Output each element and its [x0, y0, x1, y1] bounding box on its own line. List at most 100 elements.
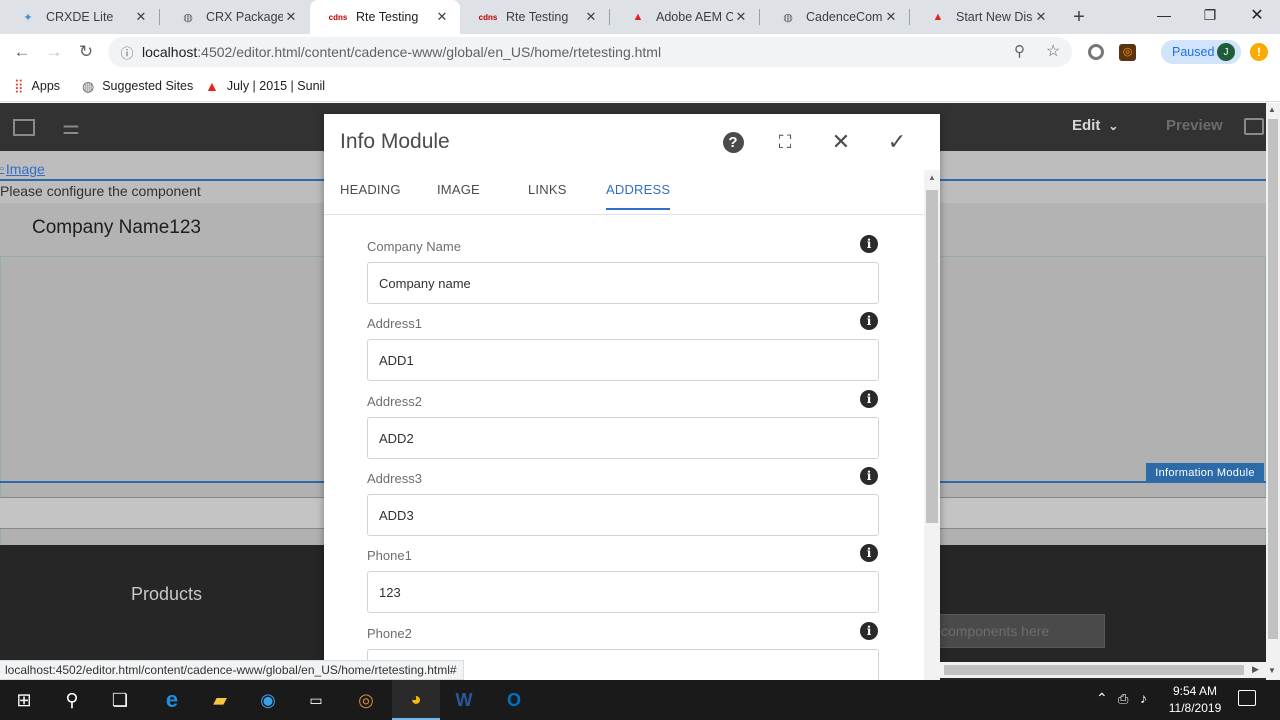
browser-tab[interactable]: cdns Rte Testing ✕ — [460, 0, 609, 34]
restore-window-icon[interactable]: ❐ — [1187, 0, 1233, 30]
info-icon[interactable]: i — [860, 312, 878, 330]
vertical-scrollbar[interactable]: ▲ ▼ — [1266, 103, 1280, 680]
properties-sliders-icon[interactable]: ⚌ — [62, 115, 80, 140]
browser-tab[interactable]: ◍ CadenceCom - I ✕ — [760, 0, 909, 34]
tray-chevron-up-icon[interactable]: ⌃ — [1096, 690, 1108, 707]
bookmark-apps[interactable]: ⣿ Apps — [14, 76, 60, 96]
chrome-icon[interactable]: ◕ — [392, 680, 440, 720]
close-icon[interactable]: ✕ — [733, 9, 749, 25]
tab-image[interactable]: IMAGE — [437, 182, 480, 197]
terminal-icon[interactable]: ▭ — [292, 680, 340, 720]
preview-button[interactable]: Preview — [1166, 117, 1223, 134]
drag-components-placeholder[interactable]: components here — [934, 614, 1105, 648]
app-icon[interactable]: ◎ — [342, 680, 390, 720]
info-icon[interactable]: i — [860, 544, 878, 562]
close-icon[interactable]: ✕ — [829, 129, 853, 154]
browser-tab[interactable]: ▲ Start New Discu ✕ — [910, 0, 1059, 34]
scroll-right-arrow-icon[interactable]: ▶ — [1252, 664, 1259, 675]
reload-icon[interactable]: ↻ — [72, 38, 100, 66]
info-icon[interactable]: i — [860, 622, 878, 640]
volume-icon[interactable]: ♪ — [1140, 690, 1147, 706]
new-tab-plus-icon[interactable]: + — [1068, 6, 1090, 28]
configure-message: Please configure the component — [0, 183, 201, 199]
browser-tab[interactable]: ◍ CRX Package Ma ✕ — [160, 0, 309, 34]
scroll-up-arrow-icon[interactable]: ▲ — [1268, 105, 1276, 114]
word-icon[interactable]: W — [440, 680, 488, 720]
done-checkmark-icon[interactable]: ✓ — [885, 129, 909, 154]
clock-time: 9:54 AM — [1172, 684, 1218, 698]
minimize-window-icon[interactable]: — — [1141, 0, 1187, 30]
task-view-icon[interactable]: ❏ — [96, 680, 144, 720]
site-info-icon[interactable]: ⓘ — [112, 43, 142, 62]
extension-icon[interactable] — [1088, 44, 1104, 60]
back-arrow-icon[interactable]: ← — [8, 38, 36, 66]
bookmark-label: July | 2015 | Sunil — [226, 79, 326, 93]
image-alt-text: Image — [5, 161, 45, 177]
profile-status-label: Paused — [1172, 45, 1215, 59]
dialog-scrollbar[interactable]: ▲ — [924, 170, 940, 680]
dialog-title: Info Module — [340, 130, 450, 153]
address3-input[interactable] — [367, 494, 879, 536]
chat-app-icon[interactable]: ◉ — [244, 680, 292, 720]
tab-links[interactable]: LINKS — [528, 182, 567, 197]
notifications-icon[interactable] — [1238, 690, 1256, 706]
system-clock[interactable]: 9:54 AM 11/8/2019 — [1160, 683, 1230, 717]
tab-heading[interactable]: HEADING — [340, 182, 401, 197]
company-heading: Company Name123 — [32, 217, 201, 238]
browser-tab[interactable]: ▲ Adobe AEM CQ ✕ — [610, 0, 759, 34]
scroll-down-arrow-icon[interactable]: ▼ — [1268, 666, 1276, 675]
fullscreen-icon[interactable]: ⛶ — [773, 130, 797, 154]
browser-tab[interactable]: ✦ CRXDE Lite ✕ — [0, 0, 159, 34]
address2-input[interactable] — [367, 417, 879, 459]
bookmark-star-icon[interactable]: ☆ — [1046, 41, 1060, 61]
annotations-icon[interactable] — [1244, 118, 1264, 135]
mode-label: Edit — [1072, 117, 1101, 134]
phone1-input[interactable] — [367, 571, 879, 613]
help-icon[interactable]: ? — [721, 130, 745, 154]
edge-browser-icon[interactable]: e — [148, 680, 196, 720]
windows-start-icon[interactable]: ⊞ — [0, 680, 48, 720]
file-explorer-icon[interactable]: ▰ — [196, 680, 244, 720]
close-icon[interactable]: ✕ — [1033, 9, 1049, 25]
edit-mode-dropdown[interactable]: Edit ⌄ — [1072, 117, 1118, 134]
info-icon[interactable]: i — [860, 235, 878, 253]
tab-address[interactable]: ADDRESS — [606, 182, 671, 210]
company-name-input[interactable] — [367, 262, 879, 304]
info-icon[interactable]: i — [860, 467, 878, 485]
horizontal-scrollbar[interactable]: ▶ — [940, 662, 1266, 678]
update-alert-icon[interactable]: ! — [1250, 43, 1268, 61]
zoom-icon[interactable]: ⚲ — [1014, 42, 1025, 60]
close-icon[interactable]: ✕ — [883, 9, 899, 25]
field-label: Address1 — [367, 316, 422, 331]
search-icon[interactable]: ⚲ — [48, 680, 96, 720]
address1-input[interactable] — [367, 339, 879, 381]
close-icon[interactable]: ✕ — [583, 9, 599, 25]
crxde-icon: ✦ — [23, 11, 33, 24]
side-panel-icon[interactable] — [13, 119, 35, 136]
outlook-icon[interactable]: O — [490, 680, 538, 720]
info-icon[interactable]: i — [860, 390, 878, 408]
bookmark-july-2015[interactable]: ▲ July | 2015 | Sunil — [205, 76, 325, 96]
scrollbar-thumb[interactable] — [926, 190, 938, 523]
extension-icon[interactable]: ◎ — [1119, 44, 1136, 61]
bookmark-suggested-sites[interactable]: ◍ Suggested Sites — [82, 76, 193, 96]
close-icon[interactable]: ✕ — [133, 9, 149, 25]
close-window-icon[interactable]: ✕ — [1234, 0, 1280, 30]
field-label: Address2 — [367, 394, 422, 409]
close-icon[interactable]: ✕ — [434, 9, 450, 25]
globe-icon: ◍ — [183, 11, 193, 24]
forward-arrow-icon[interactable]: → — [40, 38, 68, 66]
apps-grid-icon: ⣿ — [14, 78, 24, 93]
scrollbar-thumb[interactable] — [944, 665, 1244, 675]
broken-image[interactable]: ▫ Image — [0, 161, 45, 177]
field-label: Address3 — [367, 471, 422, 486]
field-label: Phone1 — [367, 548, 412, 563]
scroll-up-arrow-icon[interactable]: ▲ — [924, 170, 940, 186]
network-icon[interactable]: ⎙ — [1118, 691, 1128, 707]
browser-tab-active[interactable]: cdns Rte Testing ✕ — [310, 0, 460, 34]
close-icon[interactable]: ✕ — [283, 9, 299, 25]
profile-paused-button[interactable]: Paused J — [1161, 40, 1241, 64]
address-bar[interactable]: ⓘ localhost:4502/editor.html/content/cad… — [108, 37, 1072, 67]
scrollbar-thumb[interactable] — [1268, 119, 1278, 639]
url-path: :4502/editor.html/content/cadence-www/gl… — [197, 44, 662, 60]
